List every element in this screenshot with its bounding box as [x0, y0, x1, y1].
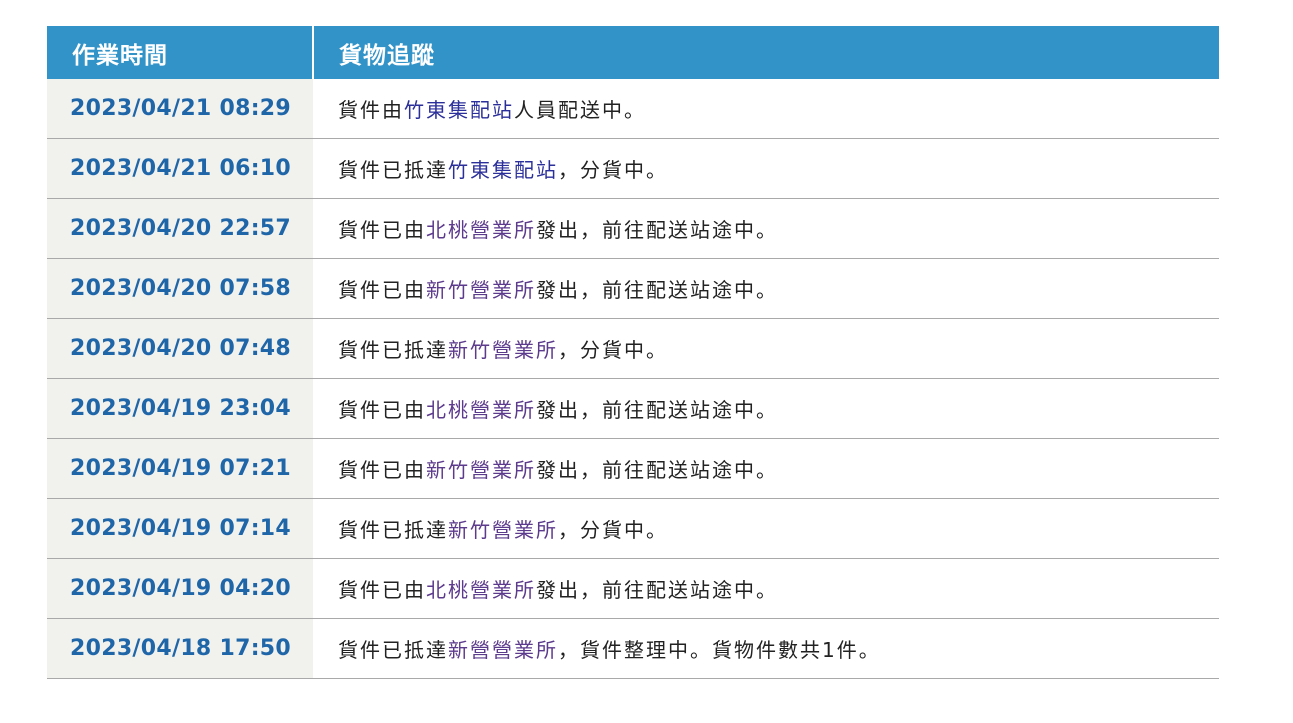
operation-time: 2023/04/20 22:57 [47, 198, 313, 259]
status-text-pre: 貨件已抵達 [338, 638, 448, 662]
tracking-status: 貨件由竹東集配站人員配送中。 [313, 79, 1219, 139]
operation-time: 2023/04/21 08:29 [47, 79, 313, 139]
status-text-post: 發出，前往配送站途中。 [536, 578, 778, 602]
status-text-pre: 貨件已由 [338, 578, 426, 602]
status-text-post: ，分貨中。 [558, 518, 668, 542]
office-link[interactable]: 北桃營業所 [426, 398, 536, 422]
table-row: 2023/04/18 17:50 貨件已抵達新營營業所，貨件整理中。貨物件數共1… [47, 618, 1219, 679]
status-text-post: 發出，前往配送站途中。 [536, 218, 778, 242]
tracking-status: 貨件已由北桃營業所發出，前往配送站途中。 [313, 558, 1219, 619]
table-row: 2023/04/20 07:48 貨件已抵達新竹營業所，分貨中。 [47, 318, 1219, 379]
operation-time: 2023/04/18 17:50 [47, 618, 313, 679]
office-link[interactable]: 新竹營業所 [426, 458, 536, 482]
column-header-time: 作業時間 [47, 26, 314, 79]
tracking-table-container: 作業時間 貨物追蹤 2023/04/21 08:29 貨件由竹東集配站人員配送中… [47, 26, 1219, 679]
tracking-status: 貨件已抵達竹東集配站，分貨中。 [313, 138, 1219, 199]
tracking-status: 貨件已抵達新營營業所，貨件整理中。貨物件數共1件。 [313, 618, 1219, 679]
operation-time: 2023/04/21 06:10 [47, 138, 313, 199]
status-text-pre: 貨件已由 [338, 278, 426, 302]
operation-time: 2023/04/19 07:21 [47, 438, 313, 499]
tracking-status: 貨件已由新竹營業所發出，前往配送站途中。 [313, 438, 1219, 499]
header-row: 作業時間 貨物追蹤 [47, 26, 1219, 79]
status-text-post: ，分貨中。 [558, 158, 668, 182]
status-text-pre: 貨件已由 [338, 398, 426, 422]
station-link[interactable]: 竹東集配站 [448, 158, 558, 182]
status-text-post: ，貨件整理中。貨物件數共1件。 [558, 638, 881, 662]
operation-time: 2023/04/20 07:48 [47, 318, 313, 379]
column-header-tracking: 貨物追蹤 [313, 26, 1219, 79]
tracking-status: 貨件已由新竹營業所發出，前往配送站途中。 [313, 258, 1219, 319]
status-text-post: 發出，前往配送站途中。 [536, 278, 778, 302]
tracking-table: 作業時間 貨物追蹤 2023/04/21 08:29 貨件由竹東集配站人員配送中… [47, 26, 1219, 679]
status-text-pre: 貨件已抵達 [338, 338, 448, 362]
office-link[interactable]: 北桃營業所 [426, 218, 536, 242]
tracking-status: 貨件已由北桃營業所發出，前往配送站途中。 [313, 378, 1219, 439]
operation-time: 2023/04/20 07:58 [47, 258, 313, 319]
tracking-status: 貨件已抵達新竹營業所，分貨中。 [313, 498, 1219, 559]
table-row: 2023/04/19 07:21 貨件已由新竹營業所發出，前往配送站途中。 [47, 438, 1219, 499]
office-link[interactable]: 北桃營業所 [426, 578, 536, 602]
operation-time: 2023/04/19 07:14 [47, 498, 313, 559]
status-text-pre: 貨件已由 [338, 458, 426, 482]
table-row: 2023/04/21 06:10 貨件已抵達竹東集配站，分貨中。 [47, 138, 1219, 199]
status-text-pre: 貨件已由 [338, 218, 426, 242]
status-text-pre: 貨件已抵達 [338, 518, 448, 542]
station-link[interactable]: 竹東集配站 [404, 98, 514, 122]
table-header: 作業時間 貨物追蹤 [47, 26, 1219, 79]
operation-time: 2023/04/19 04:20 [47, 558, 313, 619]
status-text-pre: 貨件由 [338, 98, 404, 122]
table-row: 2023/04/21 08:29 貨件由竹東集配站人員配送中。 [47, 79, 1219, 139]
tracking-status: 貨件已由北桃營業所發出，前往配送站途中。 [313, 198, 1219, 259]
table-body: 2023/04/21 08:29 貨件由竹東集配站人員配送中。 2023/04/… [47, 79, 1219, 679]
office-link[interactable]: 新竹營業所 [448, 338, 558, 362]
tracking-status: 貨件已抵達新竹營業所，分貨中。 [313, 318, 1219, 379]
table-row: 2023/04/20 07:58 貨件已由新竹營業所發出，前往配送站途中。 [47, 258, 1219, 319]
office-link[interactable]: 新竹營業所 [448, 518, 558, 542]
status-text-post: 發出，前往配送站途中。 [536, 398, 778, 422]
status-text-post: 人員配送中。 [514, 98, 646, 122]
office-link[interactable]: 新竹營業所 [426, 278, 536, 302]
office-link[interactable]: 新營營業所 [448, 638, 558, 662]
table-row: 2023/04/19 04:20 貨件已由北桃營業所發出，前往配送站途中。 [47, 558, 1219, 619]
status-text-post: 發出，前往配送站途中。 [536, 458, 778, 482]
status-text-pre: 貨件已抵達 [338, 158, 448, 182]
table-row: 2023/04/20 22:57 貨件已由北桃營業所發出，前往配送站途中。 [47, 198, 1219, 259]
operation-time: 2023/04/19 23:04 [47, 378, 313, 439]
table-row: 2023/04/19 07:14 貨件已抵達新竹營業所，分貨中。 [47, 498, 1219, 559]
table-row: 2023/04/19 23:04 貨件已由北桃營業所發出，前往配送站途中。 [47, 378, 1219, 439]
status-text-post: ，分貨中。 [558, 338, 668, 362]
